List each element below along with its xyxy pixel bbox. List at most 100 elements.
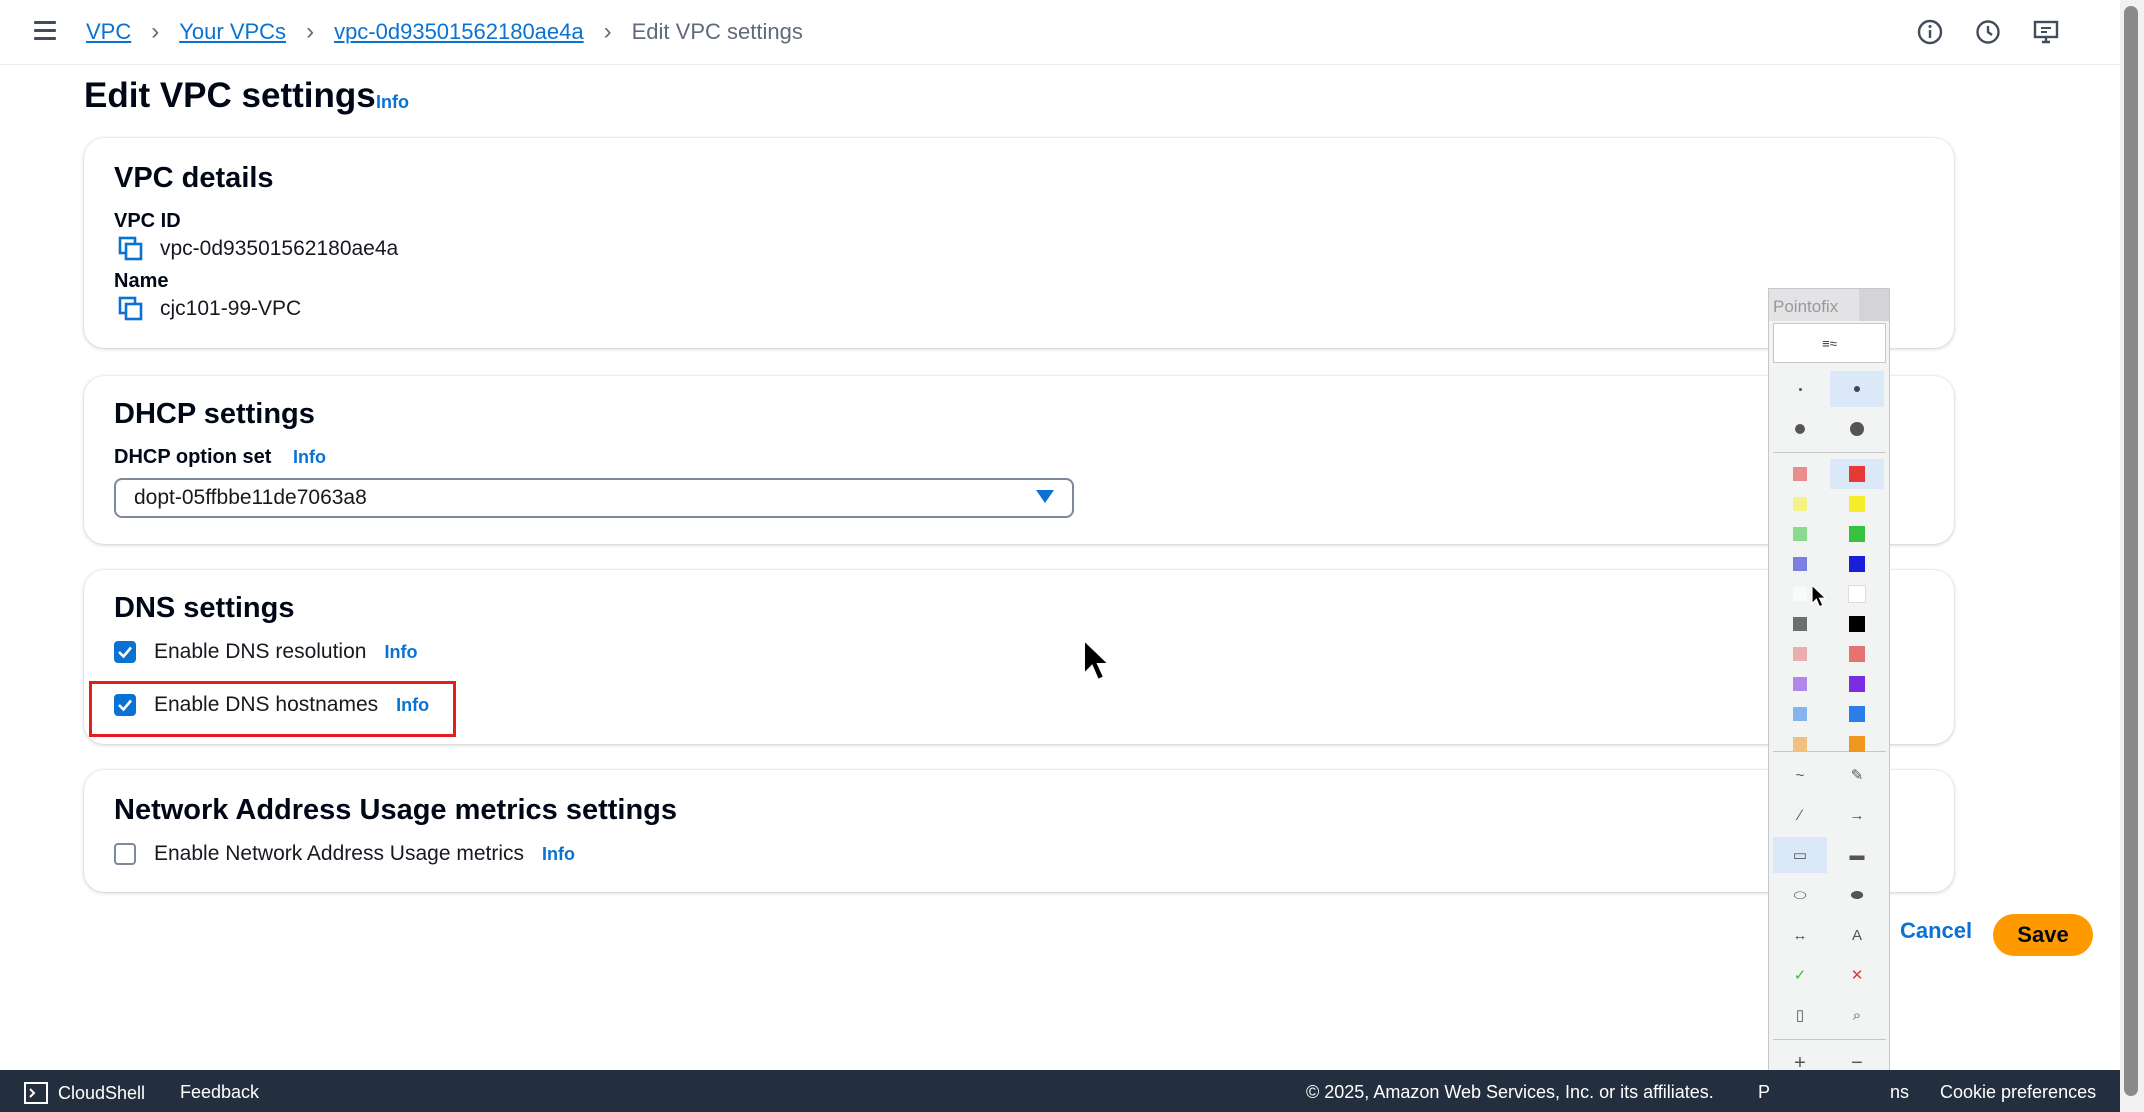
feedback-screen-icon[interactable] [2032,18,2060,46]
swatch-icon [1793,467,1807,481]
feedback-link[interactable]: Feedback [180,1082,259,1103]
chevron-right-icon: › [151,18,160,45]
double-arrow-tool-icon[interactable]: ↔ [1773,917,1827,953]
swatch-icon [1793,647,1807,661]
breadcrumb-your-vpcs[interactable]: Your VPCs [179,19,286,45]
color-swatch[interactable] [1830,639,1884,669]
swatch-icon [1793,707,1807,721]
dhcp-info-link[interactable]: Info [293,447,326,467]
pointofix-menu-icon[interactable]: ≡≈ [1773,323,1886,363]
color-swatch[interactable] [1830,489,1884,519]
dhcp-option-set-label: DHCP option set Info [114,446,326,469]
swatch-icon [1849,736,1865,752]
freehand-tool-icon[interactable]: ~ [1773,757,1827,793]
swatch-icon [1793,677,1807,691]
scrollbar-thumb[interactable] [2124,6,2138,1096]
line-tool-icon[interactable]: ∕ [1773,797,1827,833]
page-title: Edit VPC settings [84,76,376,115]
dhcp-option-set-label-text: DHCP option set [114,446,272,468]
dhcp-option-set-select[interactable]: dopt-05ffbbe11de7063a8 [114,478,1074,518]
dot-size-s[interactable] [1830,371,1884,407]
vpc-details-heading: VPC details [114,162,274,194]
filled-rectangle-tool-icon[interactable]: ▬ [1830,837,1884,873]
chevron-right-icon: › [306,18,315,45]
nau-settings-heading: Network Address Usage metrics settings [114,794,678,826]
history-icon[interactable] [1974,18,2002,46]
filled-ellipse-tool-icon[interactable]: ⬬ [1830,877,1884,913]
nau-metrics-checkbox[interactable] [114,843,136,865]
cloudshell-label: CloudShell [58,1082,146,1103]
chevron-right-icon: › [603,18,612,45]
breadcrumb: VPC › Your VPCs › vpc-0d93501562180ae4a … [86,0,803,64]
pointofix-close-button[interactable] [1859,289,1889,321]
swatch-icon [1793,587,1807,601]
pen-tool-icon[interactable]: ✎ [1830,757,1884,793]
menu-icon[interactable] [34,21,56,41]
text-tool-icon[interactable]: A [1830,917,1884,953]
color-swatch[interactable] [1830,579,1884,609]
arrow-tool-icon[interactable]: → [1830,797,1884,833]
zoom-tool-icon[interactable]: ⌕ [1830,997,1884,1033]
color-swatch[interactable] [1830,699,1884,729]
rectangle-tool-icon[interactable]: ▭ [1773,837,1827,873]
color-swatch-light[interactable] [1773,489,1827,519]
color-swatch-light[interactable] [1773,519,1827,549]
dot-size-m[interactable] [1773,411,1827,447]
dot-icon [1795,424,1805,434]
dot-icon [1798,387,1802,391]
swatch-icon [1849,706,1865,722]
swatch-icon [1849,466,1865,482]
dhcp-settings-heading: DHCP settings [114,398,315,430]
color-swatch-light[interactable] [1773,669,1827,699]
ellipse-tool-icon[interactable]: ⬭ [1773,877,1827,913]
cloudshell-button[interactable]: CloudShell [24,1082,145,1104]
color-swatch[interactable] [1830,549,1884,579]
dot-size-xs[interactable] [1773,371,1827,407]
color-swatch[interactable] [1830,519,1884,549]
terminal-icon [24,1082,48,1104]
swatch-icon [1793,617,1807,631]
color-swatch-light[interactable] [1773,549,1827,579]
color-swatch-light[interactable] [1773,729,1827,759]
swatch-icon [1849,556,1865,572]
terms-link-fragment[interactable]: ns [1890,1082,1909,1103]
color-swatch-light[interactable] [1773,459,1827,489]
copy-icon[interactable] [118,296,144,322]
dns-settings-heading: DNS settings [114,592,295,624]
name-value: cjc101-99-VPC [160,297,302,320]
breadcrumb-vpc[interactable]: VPC [86,19,131,45]
color-swatch[interactable] [1830,459,1884,489]
color-swatch[interactable] [1830,729,1884,759]
swatch-icon [1849,526,1865,542]
swatch-icon [1849,646,1865,662]
cross-icon[interactable]: ✕ [1830,957,1884,993]
cookie-preferences-link[interactable]: Cookie preferences [1940,1082,2096,1103]
page-info-link[interactable]: Info [376,92,409,113]
dot-size-l[interactable] [1830,411,1884,447]
color-swatch-light[interactable] [1773,609,1827,639]
breadcrumb-vpc-id[interactable]: vpc-0d93501562180ae4a [334,19,584,45]
color-swatch[interactable] [1830,609,1884,639]
eraser-tool-icon[interactable]: ▯ [1773,997,1827,1033]
copy-icon[interactable] [118,236,144,262]
dns-resolution-label: Enable DNS resolution [154,640,367,663]
swatch-icon [1849,616,1865,632]
privacy-link-fragment[interactable]: P [1758,1082,1770,1103]
swatch-icon [1793,557,1807,571]
dns-resolution-info-link[interactable]: Info [384,642,417,663]
top-navigation: VPC › Your VPCs › vpc-0d93501562180ae4a … [0,0,2120,65]
nau-info-link[interactable]: Info [542,844,575,865]
swatch-icon [1793,527,1807,541]
color-swatch-light[interactable] [1773,639,1827,669]
save-button[interactable]: Save [1993,914,2093,956]
color-swatch-light[interactable] [1773,699,1827,729]
color-swatch[interactable] [1830,669,1884,699]
checkmark-icon[interactable]: ✓ [1773,957,1827,993]
swatch-icon [1849,676,1865,692]
vpc-details-panel: VPC details VPC ID vpc-0d93501562180ae4a… [84,138,1954,348]
dot-icon [1850,422,1864,436]
copyright-text: © 2025, Amazon Web Services, Inc. or its… [1306,1082,1714,1102]
info-icon[interactable] [1916,18,1944,46]
cancel-button[interactable]: Cancel [1900,918,1972,944]
dns-resolution-checkbox[interactable] [114,641,136,663]
